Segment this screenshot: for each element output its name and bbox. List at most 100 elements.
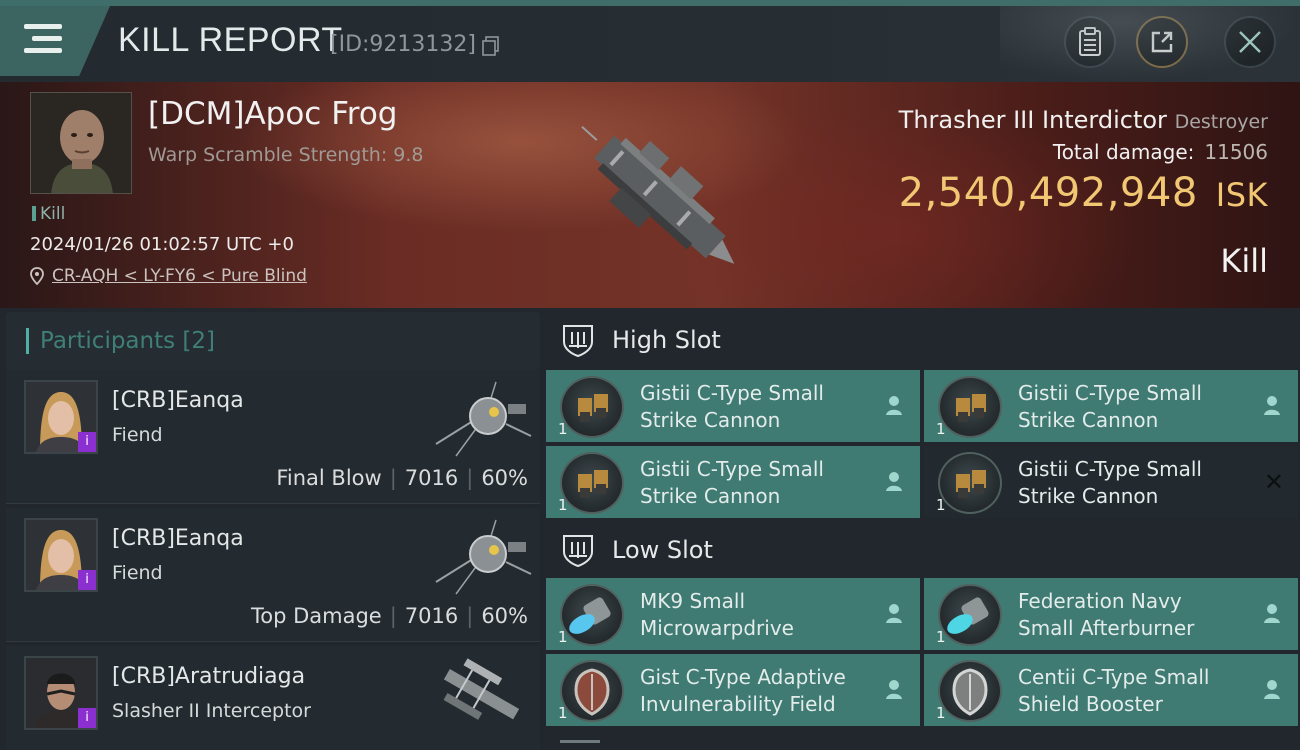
participant-avatar[interactable]: i [24, 518, 98, 592]
total-damage: Total damage: 11506 [1053, 140, 1268, 164]
participant-ship: Fiend [112, 562, 163, 584]
pilot-icon [886, 472, 902, 491]
participant-percent: 60% [481, 466, 528, 490]
pilot-icon [886, 396, 902, 415]
participant-role: Top Damage [250, 604, 382, 628]
isk-amount: 2,540,492,948 [898, 170, 1198, 216]
participant-avatar[interactable]: i [24, 380, 98, 454]
victim-pilot-name[interactable]: [DCM]Apoc Frog [148, 96, 397, 132]
total-damage-value: 11506 [1204, 140, 1268, 164]
pilot-icon [1264, 680, 1280, 699]
strike-cannon-icon [560, 452, 624, 514]
menu-button[interactable] [0, 6, 110, 76]
kill-tag: Kill [32, 204, 65, 224]
module-name: Gistii C-Type Small Strike Cannon [1018, 381, 1202, 432]
participant-badge: i [78, 708, 96, 728]
module-quantity: 1 [558, 704, 568, 722]
participant-name: [CRB]Aratrudiaga [112, 664, 306, 689]
module-item[interactable]: 1 Gistii C-Type Small Strike Cannon [546, 446, 920, 518]
victim-ship[interactable]: Thrasher III Interdictor Destroyer [899, 106, 1268, 134]
participant-ship-image [435, 519, 532, 595]
victim-portrait[interactable] [30, 92, 132, 194]
participant-damage: 7016 [404, 604, 459, 628]
participant-avatar[interactable]: i [24, 656, 98, 730]
fitting-panel: High Slot 1 Gistii C-Type Small Strike Ca… [540, 308, 1300, 750]
close-button[interactable] [1224, 16, 1276, 68]
module-quantity: 1 [936, 496, 946, 514]
participant-ship-image [443, 658, 520, 720]
participant-name: [CRB]Eanqa [112, 388, 244, 413]
module-item[interactable]: 1 Federation Navy Small Afterburner [924, 578, 1298, 650]
participant-row[interactable]: i [CRB]Eanqa Fiend Final Blow | 7016 | 60% [6, 370, 540, 504]
low-slot-icon [563, 535, 593, 568]
module-name: Gistii C-Type Small Strike Cannon [1018, 457, 1202, 508]
participant-ship: Fiend [112, 424, 163, 446]
invulnerability-field-icon [560, 660, 624, 722]
participant-row[interactable]: i [CRB]Eanqa Fiend Top Damage | 7016 | 60% [6, 508, 540, 642]
shield-booster-icon [938, 660, 1002, 722]
location-link[interactable]: CR-AQH < LY-FY6 < Pure Blind [52, 266, 307, 286]
report-id: [ID:9213132] [330, 32, 476, 57]
share-icon [1151, 31, 1173, 53]
clipboard-button[interactable] [1064, 16, 1116, 68]
low-slot-header: Low Slot [540, 520, 1300, 580]
high-slot-header: High Slot [540, 310, 1300, 370]
victim-panel: [DCM]Apoc Frog Warp Scramble Strength: 9… [0, 82, 1300, 308]
module-item[interactable]: 1 MK9 Small Microwarpdrive [546, 578, 920, 650]
module-quantity: 1 [558, 420, 568, 438]
participant-ship: Slasher II Interceptor [112, 700, 311, 722]
header-bar: KILL REPORT [ID:9213132] [0, 6, 1300, 82]
kill-datetime: 2024/01/26 01:02:57 UTC +0 [30, 234, 294, 255]
module-item[interactable]: 1 Gist C-Type Adaptive Invulnerability Fi… [546, 654, 920, 726]
total-damage-label: Total damage: [1052, 140, 1195, 164]
victim-ship-class: Destroyer [1174, 111, 1268, 133]
participant-stats: Top Damage | 7016 | 60% [250, 604, 528, 628]
copy-icon[interactable] [482, 36, 500, 56]
module-item[interactable]: 1 Centii C-Type Small Shield Booster [924, 654, 1298, 726]
module-quantity: 1 [936, 628, 946, 646]
strike-cannon-icon [560, 376, 624, 438]
participant-badge: i [78, 432, 96, 452]
location-pin-icon [30, 267, 44, 285]
pilot-icon [1264, 604, 1280, 623]
participant-stats: Final Blow | 7016 | 60% [276, 466, 528, 490]
high-slot-icon [563, 325, 593, 358]
participant-row[interactable]: i [CRB]Aratrudiaga Slasher II Intercepto… [6, 646, 540, 750]
module-name: Centii C-Type Small Shield Booster [1018, 665, 1210, 716]
close-icon [1239, 31, 1261, 53]
afterburner-icon [938, 584, 1002, 646]
participant-role: Final Blow [276, 466, 382, 490]
menu-icon [24, 24, 62, 56]
strike-cannon-icon [938, 452, 1002, 514]
warp-scramble-strength: Warp Scramble Strength: 9.8 [148, 144, 424, 166]
module-quantity: 1 [558, 496, 568, 514]
module-item[interactable]: 1 Gistii C-Type Small Strike Cannon [924, 370, 1298, 442]
page-title: KILL REPORT [118, 21, 343, 59]
victim-ship-name: Thrasher III Interdictor [898, 106, 1167, 134]
clipboard-icon [1079, 27, 1101, 56]
participants-header: Participants [2] [6, 312, 540, 370]
module-name: MK9 Small Microwarpdrive [640, 589, 794, 640]
pilot-icon [886, 604, 902, 623]
module-name: Gistii C-Type Small Strike Cannon [640, 457, 824, 508]
module-quantity: 1 [558, 628, 568, 646]
isk-value: 2,540,492,948 ISK [899, 170, 1268, 216]
module-item[interactable]: 1 Gistii C-Type Small Strike Cannon [546, 370, 920, 442]
participants-title: Participants [2] [40, 328, 215, 354]
pilot-icon [1264, 396, 1280, 415]
next-slot-header-peek [560, 740, 600, 750]
participant-badge: i [78, 570, 96, 590]
module-name: Gist C-Type Adaptive Invulnerability Fiel… [640, 665, 846, 716]
strike-cannon-icon [938, 376, 1002, 438]
share-button[interactable] [1136, 16, 1188, 68]
destroyed-mark-icon: ✕ [1263, 468, 1284, 496]
module-item[interactable]: 1 Gistii C-Type Small Strike Cannon ✕ [924, 446, 1298, 518]
participant-percent: 60% [481, 604, 528, 628]
victim-ship-image[interactable] [555, 92, 765, 302]
module-name: Gistii C-Type Small Strike Cannon [640, 381, 824, 432]
participant-damage: 7016 [404, 466, 459, 490]
high-slot-label: High Slot [612, 326, 721, 354]
module-quantity: 1 [936, 420, 946, 438]
kill-location[interactable]: CR-AQH < LY-FY6 < Pure Blind [30, 266, 307, 286]
module-quantity: 1 [936, 704, 946, 722]
